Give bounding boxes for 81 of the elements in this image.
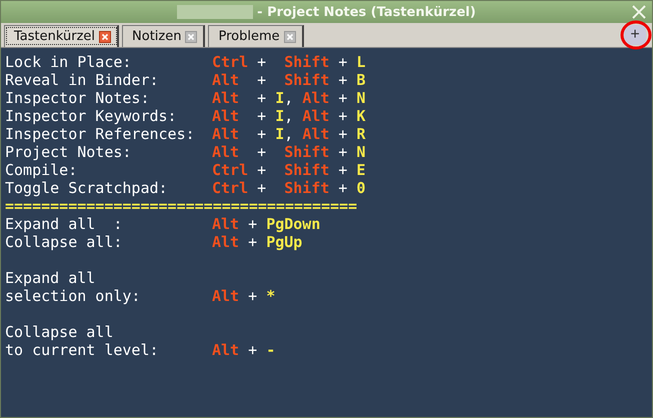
plus-sign: + [256,53,268,71]
plus-sign: , [284,107,294,125]
key-name: N [356,143,366,161]
modifier-key: Alt [212,215,240,233]
modifier-key: Shift [284,71,330,89]
modifier-key: Shift [284,143,330,161]
shortcut-label: selection only: [5,287,142,305]
shortcut-label: Lock in Place: [5,53,132,71]
shortcut-label: Reveal in Binder: [5,71,160,89]
modifier-key: Alt [212,107,240,125]
tab[interactable]: Notizen [122,25,206,47]
key-name: N [356,89,366,107]
modifier-key: Alt [302,107,330,125]
close-icon[interactable] [99,30,112,42]
modifier-key: Ctrl [212,161,248,179]
plus-sign: + [247,287,258,305]
modifier-key: Alt [212,71,240,89]
key-name: * [266,287,276,305]
key-name: K [356,107,366,125]
key-name: 0 [356,179,366,197]
plus-sign: + [337,89,348,107]
plus-sign: + [337,179,348,197]
shortcut-label: Inspector Notes: [5,89,150,107]
plus-sign: + [337,125,348,143]
window-title: - Project Notes (Tastenkürzel) [257,4,476,20]
plus-sign: + [247,233,258,251]
plus-sign: + [247,215,258,233]
modifier-key: Alt [302,89,330,107]
modifier-key: Alt [212,341,240,359]
modifier-key: Shift [284,53,330,71]
add-tab-button[interactable]: + [624,25,646,45]
tab[interactable]: Probleme [208,25,304,47]
modifier-key: Ctrl [212,179,248,197]
modifier-key: Alt [212,125,240,143]
modifier-key: Alt [212,89,240,107]
key-name: PgDown [266,215,320,233]
plus-sign: , [284,125,294,143]
key-name: I [275,107,284,125]
plus-sign: + [256,71,268,89]
shortcut-label: Collapse all: [5,233,124,251]
plus-sign: , [284,89,294,107]
shortcut-label: to current level: [5,341,160,359]
shortcut-label: Collapse all [5,323,114,341]
plus-sign: + [337,143,348,161]
plus-sign: + [256,179,268,197]
plus-sign: + [337,71,348,89]
modifier-key: Alt [212,143,240,161]
separator-line: ======================================= [5,197,358,215]
plus-sign: + [256,89,268,107]
plus-sign: + [256,107,268,125]
shortcut-label: Inspector Keywords: [5,107,178,125]
plus-sign: + [256,143,268,161]
close-icon[interactable] [185,30,198,42]
key-name: PgUp [266,233,302,251]
plus-sign: + [247,341,258,359]
close-icon[interactable] [284,30,296,42]
modifier-key: Shift [284,161,330,179]
shortcut-label: Compile: [5,161,78,179]
plus-sign: + [256,125,268,143]
tab[interactable]: Tastenkürzel [4,25,120,47]
plus-sign: + [337,161,348,179]
shortcut-label: Inspector References: [5,125,196,143]
plus-sign: + [337,107,348,125]
plus-sign: + [256,161,268,179]
key-name: - [266,341,276,359]
shortcut-label: Project Notes: [5,143,132,161]
shortcut-label: Expand all [5,269,96,287]
plus-sign: + [337,53,348,71]
modifier-key: Alt [212,287,240,305]
key-name: I [275,125,284,143]
key-name: B [356,71,366,89]
shortcut-label: Toggle Scratchpad: [5,179,169,197]
key-name: I [275,89,284,107]
modifier-key: Alt [302,125,330,143]
key-name: E [356,161,366,179]
modifier-key: Alt [212,233,240,251]
key-name: L [356,53,366,71]
shortcut-label: Expand all : [5,215,124,233]
modifier-key: Ctrl [212,53,248,71]
key-name: R [356,125,366,143]
modifier-key: Shift [284,179,330,197]
